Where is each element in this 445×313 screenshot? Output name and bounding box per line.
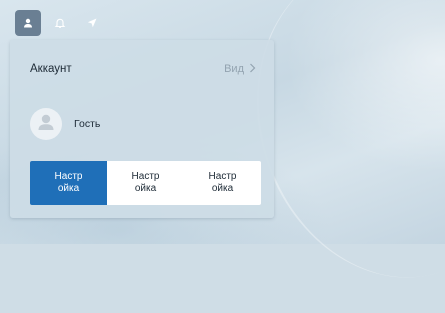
- quick-actions-strip: [10, 8, 281, 38]
- settings-button-2[interactable]: Настр ойка: [107, 161, 184, 205]
- chevron-right-icon: [249, 63, 256, 76]
- avatar: [30, 108, 62, 140]
- panel-title: Аккаунт: [30, 63, 72, 75]
- view-link[interactable]: Вид: [224, 63, 256, 76]
- location-tab-button[interactable]: [79, 10, 105, 36]
- user-row[interactable]: Гость: [30, 108, 100, 140]
- settings-button-3[interactable]: Настр ойка: [184, 161, 261, 205]
- user-avatar-icon: [30, 108, 62, 140]
- view-link-label: Вид: [224, 63, 244, 75]
- account-tab-button[interactable]: [15, 10, 41, 36]
- settings-button-group: Настр ойка Настр ойка Настр ойка: [30, 161, 261, 205]
- location-arrow-icon: [86, 17, 98, 29]
- notifications-tab-button[interactable]: [47, 10, 73, 36]
- account-panel: Аккаунт Вид Гость Настр ойка Настр ойка …: [10, 40, 274, 218]
- user-icon: [22, 17, 34, 29]
- user-name: Гость: [74, 118, 101, 130]
- bell-icon: [54, 17, 66, 29]
- account-panel-header: Аккаунт Вид: [10, 40, 274, 98]
- settings-button-1[interactable]: Настр ойка: [30, 161, 107, 205]
